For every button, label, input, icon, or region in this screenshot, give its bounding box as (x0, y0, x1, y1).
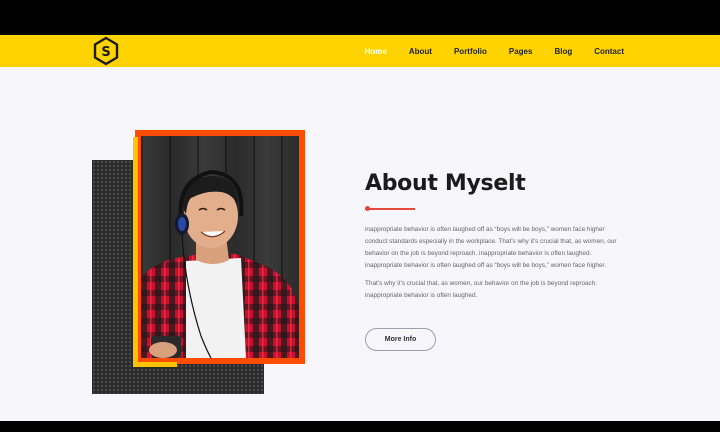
logo-letter: S (101, 45, 110, 60)
nav-contact[interactable]: Contact (594, 47, 624, 56)
bottom-black-bar (0, 421, 720, 432)
nav-about[interactable]: About (409, 47, 432, 56)
underline-dot (365, 206, 370, 211)
navbar: S Home About Portfolio Pages Blog Contac… (0, 35, 720, 67)
more-info-button[interactable]: More Info (365, 328, 436, 351)
top-black-bar (0, 0, 720, 35)
about-paragraph-2: That’s why it’s crucial that, as women, … (365, 280, 598, 299)
nav-portfolio[interactable]: Portfolio (454, 47, 487, 56)
about-paragraph-1: inappropriate behavior is often laughed … (365, 226, 617, 269)
nav-home[interactable]: Home (365, 47, 387, 56)
yellow-accent-frame (133, 137, 177, 367)
about-section: About Myselt inappropriate behavior is o… (0, 67, 720, 421)
nav-pages[interactable]: Pages (509, 47, 533, 56)
about-heading: About Myselt (365, 171, 526, 196)
nav-blog[interactable]: Blog (554, 47, 572, 56)
heading-underline (365, 208, 415, 210)
hexagon-logo-icon[interactable]: S (92, 35, 120, 67)
main-nav: Home About Portfolio Pages Blog Contact (343, 35, 624, 67)
